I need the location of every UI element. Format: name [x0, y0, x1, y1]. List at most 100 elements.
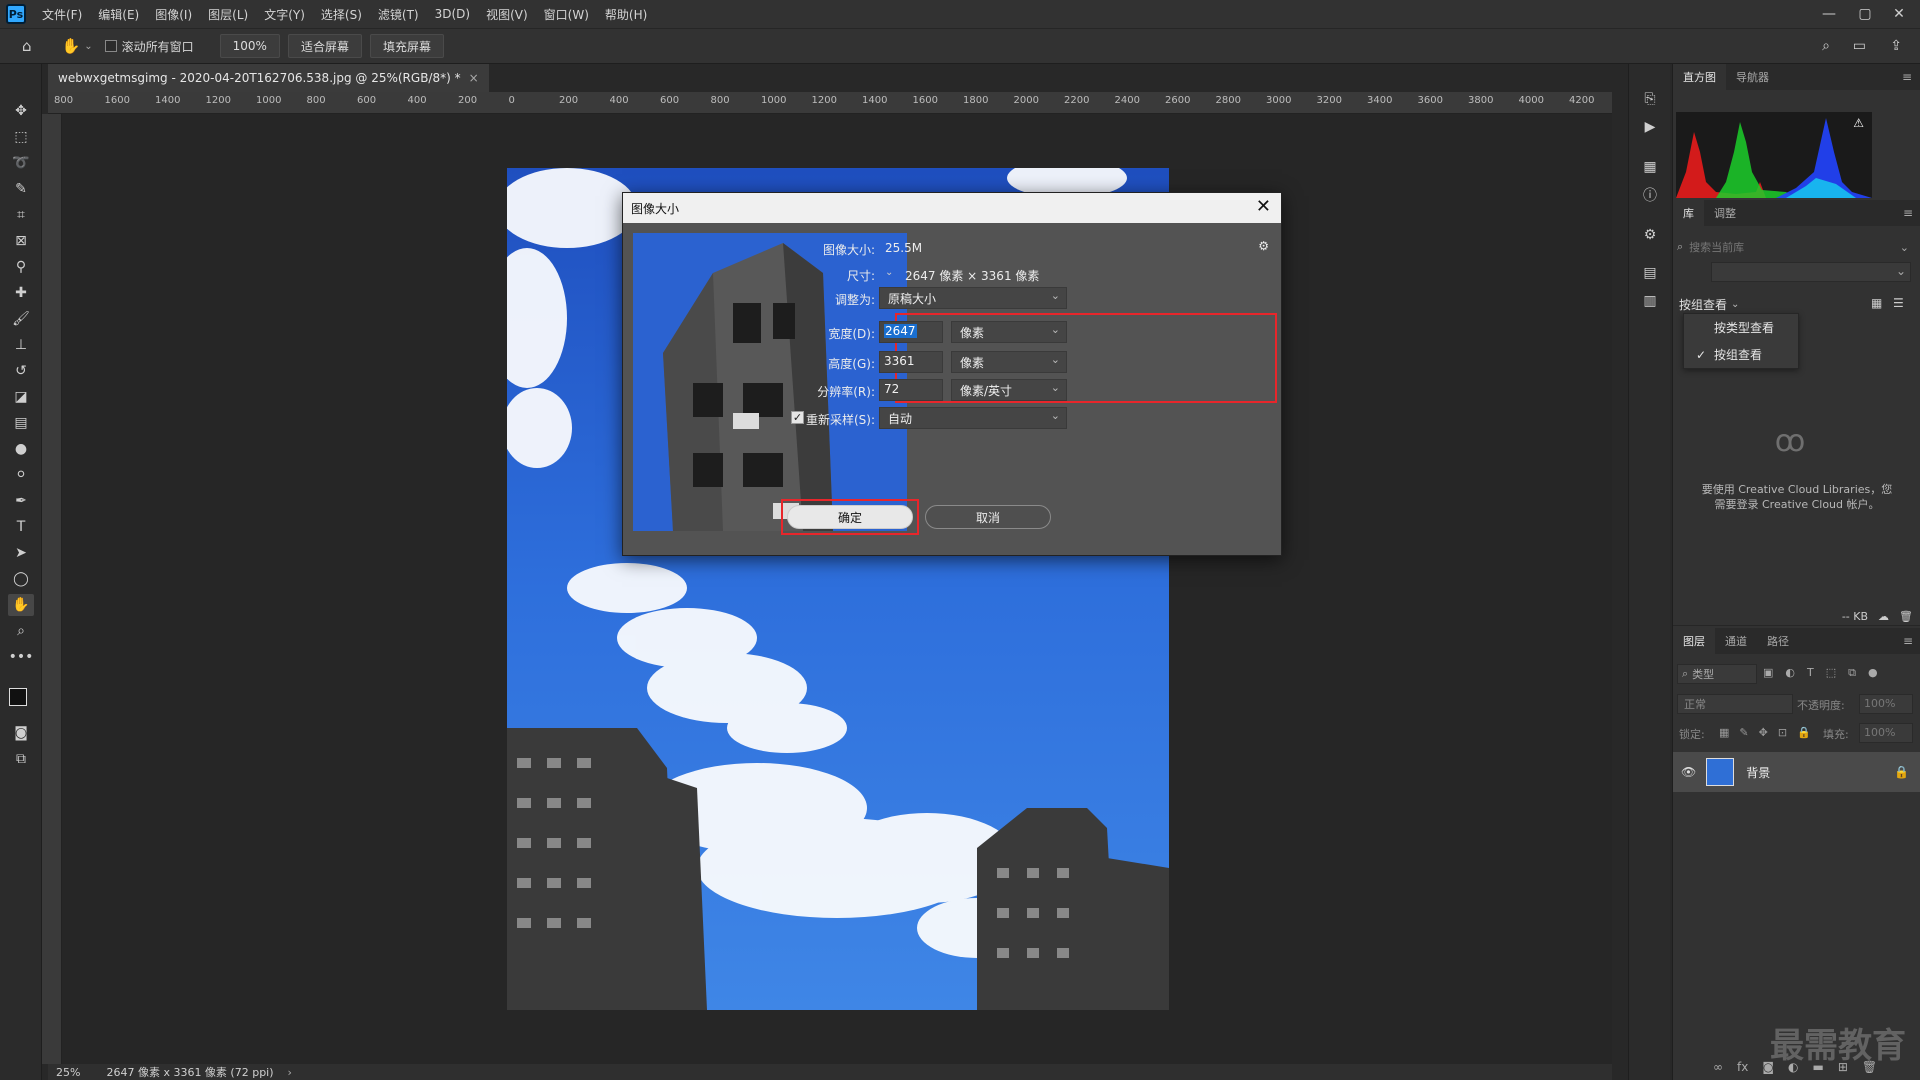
menu-3d[interactable]: 3D(D) [427, 7, 478, 21]
type-tool-icon[interactable]: T [8, 516, 34, 538]
layer-lock-icon[interactable]: 🔒 [1894, 765, 1909, 779]
actions-panel-icon[interactable]: ▶ [1637, 116, 1663, 138]
menu-type[interactable]: 文字(Y) [256, 6, 313, 23]
adjustment-filter-icon[interactable]: ◐ [1785, 666, 1795, 680]
menu-layer[interactable]: 图层(L) [200, 6, 256, 23]
screen-mode-icon[interactable]: ⧉ [8, 748, 34, 770]
marquee-tool-icon[interactable]: ⬚ [8, 126, 34, 148]
crop-tool-icon[interactable]: ⌗ [8, 204, 34, 226]
opacity-input[interactable]: 100% [1859, 694, 1913, 714]
chevron-down-icon[interactable]: ⌄ [84, 41, 92, 52]
healing-brush-tool-icon[interactable]: ✚ [8, 282, 34, 304]
resolution-input[interactable]: 72 [879, 379, 943, 401]
hand-tool-icon[interactable]: ✋ [8, 594, 34, 616]
fx-icon[interactable]: fx [1737, 1060, 1748, 1074]
quick-select-tool-icon[interactable]: ✎ [8, 178, 34, 200]
paragraph-panel-icon[interactable]: ▥ [1637, 290, 1663, 312]
more-tools-icon[interactable]: ••• [8, 646, 34, 668]
tab-histogram[interactable]: 直方图 [1673, 64, 1726, 90]
minimize-icon[interactable]: — [1814, 0, 1844, 28]
fill-input[interactable]: 100% [1859, 723, 1913, 743]
menu-filter[interactable]: 滤镜(T) [370, 6, 427, 23]
document-tab[interactable]: webwxgetmsgimg - 2020-04-20T162706.538.j… [48, 64, 489, 92]
history-panel-icon[interactable]: ⎘ [1637, 88, 1663, 110]
hand-tool-icon[interactable]: ✋ [62, 37, 81, 55]
smart-object-filter-icon[interactable]: ⧉ [1848, 666, 1856, 680]
character-panel-icon[interactable]: ▤ [1637, 262, 1663, 284]
grid-view-icon[interactable]: ▦ [1871, 296, 1882, 310]
fit-screen-button[interactable]: 适合屏幕 [287, 34, 362, 58]
lock-transparent-icon[interactable]: ▦ [1719, 726, 1729, 739]
zoom-level[interactable]: 25% [56, 1066, 80, 1079]
tab-navigator[interactable]: 导航器 [1726, 64, 1779, 90]
list-view-icon[interactable]: ☰ [1893, 296, 1904, 310]
resolution-unit-select[interactable]: 像素/英寸 ⌄ [951, 379, 1067, 401]
blur-tool-icon[interactable]: ● [8, 438, 34, 460]
menu-file[interactable]: 文件(F) [34, 6, 90, 23]
lock-all-icon[interactable]: 🔒 [1797, 726, 1811, 739]
eraser-tool-icon[interactable]: ◪ [8, 386, 34, 408]
home-icon[interactable]: ⌂ [22, 37, 32, 55]
cancel-button[interactable]: 取消 [925, 505, 1051, 529]
zoom-tool-icon[interactable]: ⌕ [8, 620, 34, 642]
height-unit-select[interactable]: 像素 ⌄ [951, 351, 1067, 373]
pixel-filter-icon[interactable]: ▣ [1763, 666, 1773, 680]
dodge-tool-icon[interactable]: ⚪ [8, 464, 34, 486]
tab-close-icon[interactable]: × [469, 71, 479, 85]
search-icon[interactable]: ⌕ [1822, 38, 1830, 54]
gradient-tool-icon[interactable]: ▤ [8, 412, 34, 434]
lock-pixels-icon[interactable]: ✎ [1739, 726, 1748, 739]
lasso-tool-icon[interactable]: ➰ [8, 152, 34, 174]
ellipse-tool-icon[interactable]: ◯ [8, 568, 34, 590]
history-brush-tool-icon[interactable]: ↺ [8, 360, 34, 382]
chevron-down-icon[interactable]: ⌄ [885, 267, 893, 278]
resample-select[interactable]: 自动 ⌄ [879, 407, 1067, 429]
layer-row-background[interactable]: 👁 背景 🔒 [1673, 752, 1920, 792]
workspace-icon[interactable]: ▭ [1853, 38, 1866, 54]
library-menu-icon[interactable]: ≡ [1903, 206, 1913, 220]
move-tool-icon[interactable]: ✥ [8, 100, 34, 122]
lock-artboard-icon[interactable]: ⊡ [1778, 726, 1787, 739]
path-select-tool-icon[interactable]: ➤ [8, 542, 34, 564]
quick-mask-icon[interactable]: ◙ [8, 722, 34, 744]
tab-channels[interactable]: 通道 [1715, 628, 1757, 654]
menu-select[interactable]: 选择(S) [313, 6, 370, 23]
menu-item-view-by-type[interactable]: 按类型查看 [1684, 314, 1798, 341]
fit-to-select[interactable]: 原稿大小 ⌄ [879, 287, 1067, 309]
clone-stamp-tool-icon[interactable]: ⊥ [8, 334, 34, 356]
layer-name[interactable]: 背景 [1746, 764, 1770, 781]
eyedropper-tool-icon[interactable]: ⚲ [8, 256, 34, 278]
chevron-down-icon[interactable]: ⌄ [1900, 241, 1909, 254]
brush-tool-icon[interactable]: 🖌 [8, 308, 34, 330]
zoom-100-button[interactable]: 100% [219, 34, 280, 58]
filter-toggle-icon[interactable]: ● [1868, 666, 1878, 680]
tab-library[interactable]: 库 [1673, 200, 1704, 226]
lock-position-icon[interactable]: ✥ [1759, 726, 1768, 739]
warning-icon[interactable]: ⚠ [1853, 116, 1864, 130]
ok-button[interactable]: 确定 [787, 505, 913, 529]
layer-kind-filter[interactable]: ⌕ 类型 [1677, 664, 1757, 684]
maximize-icon[interactable]: ▢ [1850, 0, 1880, 28]
type-filter-icon[interactable]: T [1807, 666, 1814, 680]
layers-menu-icon[interactable]: ≡ [1903, 634, 1913, 648]
menu-item-view-by-group[interactable]: ✓ 按组查看 [1684, 341, 1798, 368]
eye-icon[interactable]: 👁 [1681, 765, 1696, 779]
close-icon[interactable]: ✕ [1256, 197, 1271, 217]
menu-view[interactable]: 视图(V) [478, 6, 536, 23]
menu-image[interactable]: 图像(I) [147, 6, 200, 23]
scroll-all-checkbox[interactable] [104, 40, 117, 52]
share-icon[interactable]: ⇪ [1890, 38, 1902, 54]
menu-help[interactable]: 帮助(H) [597, 6, 655, 23]
library-select[interactable]: ⌄ [1711, 262, 1911, 282]
gear-icon[interactable]: ⚙ [1258, 239, 1269, 253]
properties-panel-icon[interactable]: ⚙ [1637, 224, 1663, 246]
library-search-field[interactable]: ⌕ 搜索当前库 ⌄ [1677, 236, 1913, 258]
foreground-color-swatch[interactable] [9, 688, 27, 706]
blend-mode-select[interactable]: 正常 [1677, 694, 1793, 714]
cloud-icon[interactable]: ☁ [1878, 610, 1889, 623]
info-panel-icon[interactable]: ⓘ [1637, 184, 1663, 206]
menu-window[interactable]: 窗口(W) [536, 6, 597, 23]
fill-screen-button[interactable]: 填充屏幕 [369, 34, 444, 58]
shape-filter-icon[interactable]: ⬚ [1826, 666, 1836, 680]
tab-paths[interactable]: 路径 [1757, 628, 1799, 654]
